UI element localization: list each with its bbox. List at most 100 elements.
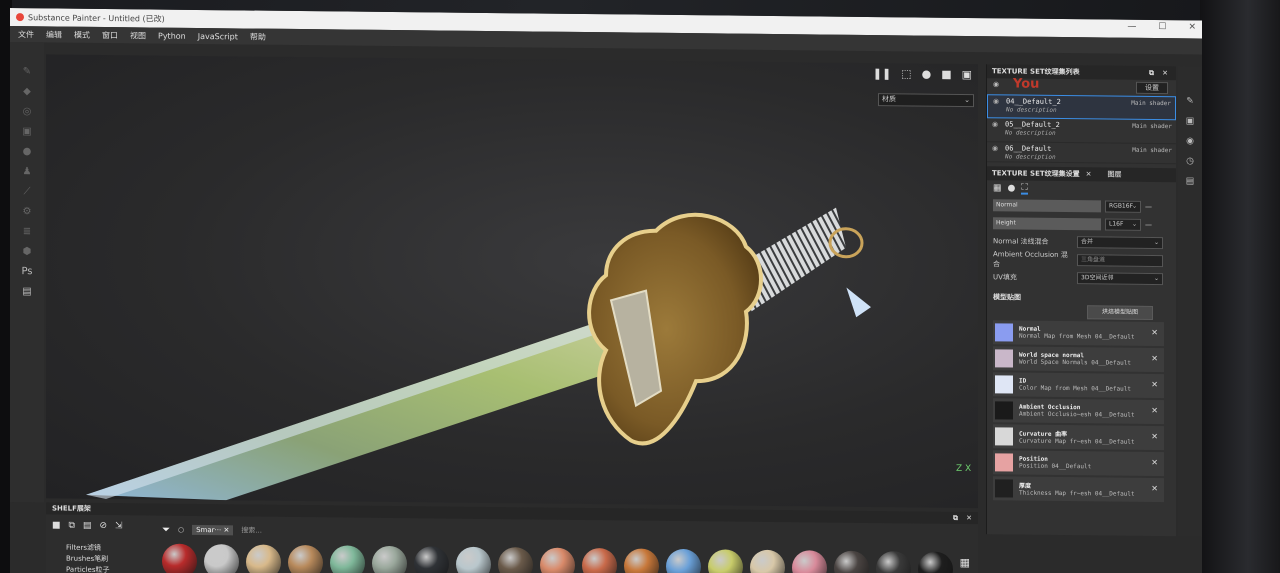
- close-icon[interactable]: ✕: [1162, 69, 1168, 77]
- picker-icon[interactable]: ⟋: [20, 186, 34, 198]
- shelf-tab-smart[interactable]: Smar··· ✕: [192, 524, 234, 536]
- material-ball[interactable]: [372, 545, 407, 573]
- folder-icon[interactable]: ■: [52, 520, 61, 530]
- minimize-button[interactable]: —: [1127, 22, 1136, 32]
- paint-brush-icon[interactable]: ✎: [20, 66, 34, 78]
- ao-mix-field[interactable]: 三角盘道: [1077, 254, 1163, 268]
- mesh-map-item[interactable]: Normal Normal Map from Mesh 04__Default ✕: [993, 320, 1164, 347]
- menu-window[interactable]: 窗口: [102, 29, 118, 40]
- mesh-map-item[interactable]: World space normal World Space Normals 04…: [993, 346, 1164, 373]
- panel-title[interactable]: TEXTURE SET纹理集设置: [992, 168, 1080, 179]
- brush-icon[interactable]: ✎: [1186, 96, 1194, 106]
- video-icon[interactable]: ■: [941, 68, 951, 81]
- material-ball[interactable]: [918, 551, 953, 573]
- geometry-mask-icon[interactable]: ▣: [20, 126, 34, 138]
- material-ball[interactable]: [288, 544, 323, 573]
- grid-icon[interactable]: ▦: [993, 183, 1002, 193]
- eraser-icon[interactable]: ◆: [20, 86, 34, 98]
- category-filters[interactable]: Filters滤镜: [66, 543, 110, 554]
- camera-icon[interactable]: ⬚: [901, 67, 911, 80]
- material-ball[interactable]: [498, 547, 533, 573]
- material-ball[interactable]: [162, 543, 197, 573]
- material-ball[interactable]: [246, 544, 281, 573]
- material-ball[interactable]: [708, 549, 743, 573]
- material-ball[interactable]: [792, 550, 827, 573]
- close-button[interactable]: ✕: [1188, 22, 1196, 32]
- material-ball[interactable]: [666, 548, 701, 573]
- menu-javascript[interactable]: JavaScript: [198, 31, 238, 40]
- display-settings-icon[interactable]: ▣: [1186, 116, 1195, 126]
- remove-map-icon[interactable]: ✕: [1151, 354, 1158, 363]
- texture-set-item[interactable]: ◉ 05__Default_2 No description Main shad…: [987, 118, 1176, 145]
- mesh-icon[interactable]: ⛶: [1021, 182, 1028, 195]
- mesh-map-item[interactable]: Position Position 04__Default ✕: [993, 450, 1164, 477]
- material-ball[interactable]: [540, 547, 575, 573]
- texture-set-item[interactable]: ◉ 04__Default_2 No description Main shad…: [987, 94, 1176, 121]
- settings-dropdown[interactable]: 设置: [1136, 81, 1168, 95]
- projection-icon[interactable]: ◎: [20, 106, 34, 118]
- material-ball[interactable]: [330, 545, 365, 573]
- category-particles[interactable]: Particles粒子: [66, 565, 110, 573]
- bake-mesh-maps-button[interactable]: 烘焙模型贴图: [1087, 305, 1153, 320]
- material-ball[interactable]: [876, 551, 911, 573]
- remove-map-icon[interactable]: ✕: [1151, 380, 1158, 389]
- remove-map-icon[interactable]: ✕: [1151, 458, 1158, 467]
- channel-format-select[interactable]: L16F ⌄: [1105, 218, 1141, 231]
- mesh-map-item[interactable]: Curvature 曲率 Curvature Map fr~esh 04__Def…: [993, 424, 1164, 451]
- photoshop-export-icon[interactable]: Ps: [20, 266, 34, 278]
- remove-map-icon[interactable]: ✕: [1151, 328, 1158, 337]
- viewer-settings-icon[interactable]: ◉: [1186, 136, 1194, 146]
- material-ball[interactable]: [456, 546, 491, 573]
- close-icon[interactable]: ✕: [966, 512, 972, 524]
- shelf-search-input[interactable]: 搜索...: [241, 525, 262, 535]
- texture-set-item[interactable]: ◉ 06__Default No description Main shader: [987, 142, 1176, 165]
- menu-help[interactable]: 帮助: [250, 31, 266, 42]
- settings-cube-icon[interactable]: ⬢: [20, 246, 34, 258]
- clone-tool-icon[interactable]: ●: [20, 146, 34, 158]
- mesh-map-item[interactable]: 厚度 Thickness Map fr~esh 04__Default ✕: [993, 476, 1164, 503]
- mesh-map-item[interactable]: ID Color Map from Mesh 04__Default ✕: [993, 372, 1164, 399]
- material-picker-icon[interactable]: ⚙: [20, 206, 34, 218]
- sphere-icon[interactable]: ●: [922, 68, 932, 81]
- close-icon[interactable]: ✕: [1086, 170, 1092, 178]
- smudge-icon[interactable]: ♟: [20, 166, 34, 178]
- category-brushes[interactable]: Brushes笔刷: [66, 554, 110, 565]
- menu-python[interactable]: Python: [158, 31, 186, 40]
- eye-icon[interactable]: ◉: [993, 80, 999, 88]
- remove-map-icon[interactable]: ✕: [1151, 406, 1158, 415]
- log-icon[interactable]: ▤: [1186, 176, 1195, 186]
- sphere-icon[interactable]: ●: [1008, 183, 1016, 193]
- pause-icon[interactable]: ❚❚: [873, 67, 891, 80]
- import-icon[interactable]: ⇲: [115, 521, 123, 531]
- remove-channel-button[interactable]: —: [1145, 221, 1152, 229]
- eye-icon[interactable]: ◉: [993, 97, 999, 105]
- hide-icon[interactable]: ⊘: [99, 521, 107, 531]
- material-ball[interactable]: [582, 547, 617, 573]
- 3d-viewport[interactable]: ❚❚ ⬚ ● ■ ▣ 材质 ⌄ Z X: [46, 54, 978, 509]
- grid-view-icon[interactable]: ▦: [960, 556, 970, 569]
- eye-icon[interactable]: ◉: [992, 120, 998, 128]
- viewport-mode-select[interactable]: 材质 ⌄: [878, 93, 974, 108]
- remove-map-icon[interactable]: ✕: [1151, 484, 1158, 493]
- pin-icon[interactable]: ⧉: [953, 512, 958, 524]
- mesh-map-item[interactable]: Ambient Occlusion Ambient Occlusio~esh 04…: [993, 398, 1164, 425]
- tab-layers[interactable]: 图层: [1108, 169, 1122, 179]
- material-ball[interactable]: [624, 548, 659, 573]
- layer-stack-icon[interactable]: ≣: [20, 226, 34, 238]
- material-ball[interactable]: [204, 544, 239, 573]
- remove-channel-button[interactable]: —: [1145, 203, 1152, 211]
- maximize-button[interactable]: ☐: [1158, 22, 1166, 32]
- save-icon[interactable]: ▤: [83, 521, 92, 531]
- refresh-icon[interactable]: ○: [178, 526, 184, 534]
- channel-format-select[interactable]: RGB16F ⌄: [1105, 200, 1141, 213]
- new-icon[interactable]: ⧉: [69, 521, 75, 531]
- normal-mix-select[interactable]: 合并 ⌄: [1077, 236, 1163, 250]
- menu-file[interactable]: 文件: [18, 29, 34, 40]
- uv-padding-select[interactable]: 3D空间近邻 ⌄: [1077, 272, 1163, 286]
- menu-view[interactable]: 视图: [130, 30, 146, 41]
- menu-mode[interactable]: 模式: [74, 29, 90, 40]
- eye-icon[interactable]: ◉: [992, 144, 998, 152]
- menu-edit[interactable]: 编辑: [46, 29, 62, 40]
- history-icon[interactable]: ◷: [1186, 156, 1194, 166]
- screenshot-icon[interactable]: ▣: [962, 68, 972, 81]
